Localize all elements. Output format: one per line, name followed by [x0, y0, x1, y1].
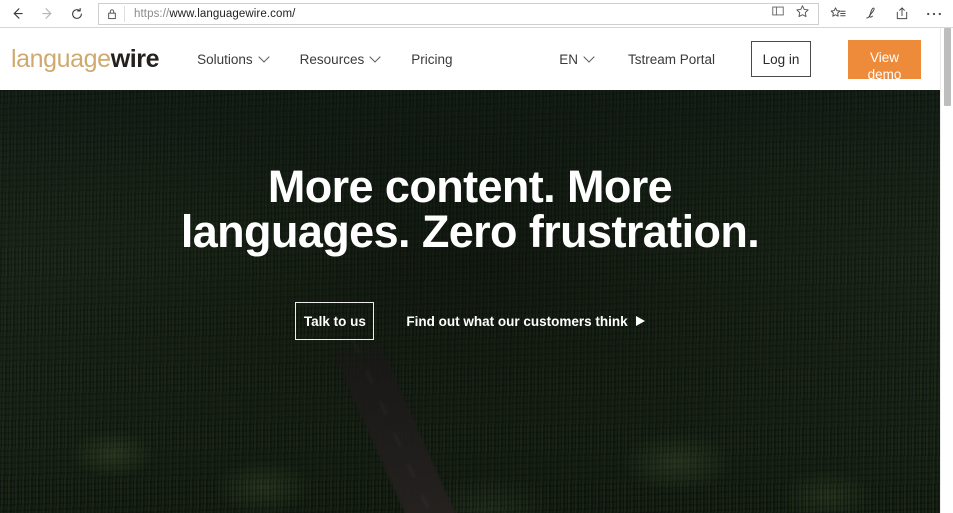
view-demo-line1: View	[869, 49, 900, 65]
url-scheme: https://	[134, 7, 170, 20]
view-demo-line2: demo	[867, 66, 902, 79]
refresh-icon	[70, 7, 84, 21]
back-button[interactable]	[2, 1, 32, 27]
customers-video-label: Find out what our customers think	[406, 313, 628, 329]
language-selector[interactable]: EN	[559, 52, 594, 67]
address-bar-actions	[771, 4, 814, 24]
reading-view-icon[interactable]	[771, 4, 785, 23]
hero-headline-line2: Zero frustration.	[421, 206, 760, 257]
hero-section: More content. More languages. Zero frust…	[0, 90, 940, 513]
page-scrollbar[interactable]	[940, 28, 953, 513]
language-selector-label: EN	[559, 51, 578, 67]
browser-nav-buttons	[0, 1, 92, 27]
favorites-list-icon	[830, 6, 846, 21]
nav-item-label: Solutions	[197, 51, 253, 67]
page-scrollbar-thumb[interactable]	[944, 28, 951, 106]
chevron-down-icon	[371, 53, 380, 62]
hero-headline: More content. More languages. Zero frust…	[150, 164, 790, 254]
chevron-down-icon	[260, 53, 269, 62]
star-icon[interactable]	[795, 4, 810, 24]
lock-icon	[99, 5, 125, 22]
log-in-button[interactable]: Log in	[751, 41, 811, 77]
forward-arrow-icon	[40, 6, 55, 21]
nav-item-solutions[interactable]: Solutions	[197, 52, 269, 67]
url-host: www.languagewire.com/	[169, 7, 296, 20]
back-arrow-icon	[10, 6, 25, 21]
tstream-portal-link[interactable]: Tstream Portal	[628, 52, 715, 67]
talk-to-us-button[interactable]: Talk to us	[295, 302, 375, 340]
site-header: languagewire Solutions Resources Pricing…	[0, 28, 940, 90]
nav-item-resources[interactable]: Resources	[300, 52, 381, 67]
nav-item-pricing[interactable]: Pricing	[411, 52, 452, 67]
header-right-group: EN Tstream Portal Log in View demo	[559, 28, 940, 90]
web-notes-button[interactable]	[855, 1, 885, 27]
browser-action-buttons	[823, 1, 953, 27]
address-bar[interactable]: https://www.languagewire.com/	[98, 2, 819, 25]
share-icon	[894, 6, 910, 21]
favorites-hub-button[interactable]	[823, 1, 853, 27]
site-logo[interactable]: languagewire	[11, 44, 160, 73]
ellipsis-icon	[926, 11, 942, 17]
logo-text-language: language	[11, 44, 111, 73]
share-button[interactable]	[887, 1, 917, 27]
pen-icon	[862, 6, 878, 21]
hero-cta-row: Talk to us Find out what our customers t…	[295, 302, 645, 340]
chevron-down-icon	[585, 53, 594, 62]
main-navigation: Solutions Resources Pricing	[197, 52, 452, 67]
nav-item-label: Resources	[299, 51, 365, 67]
view-demo-button[interactable]: View demo	[848, 39, 921, 79]
settings-menu-button[interactable]	[919, 1, 949, 27]
hero-content: More content. More languages. Zero frust…	[0, 90, 940, 513]
customers-video-link[interactable]: Find out what our customers think	[406, 313, 645, 329]
logo-text-wire: wire	[110, 44, 160, 73]
browser-toolbar: https://www.languagewire.com/	[0, 0, 953, 28]
address-bar-text: https://www.languagewire.com/	[125, 8, 295, 20]
refresh-button[interactable]	[62, 1, 92, 27]
play-triangle-icon	[635, 316, 645, 326]
nav-item-label: Pricing	[411, 51, 453, 67]
forward-button[interactable]	[32, 1, 62, 27]
